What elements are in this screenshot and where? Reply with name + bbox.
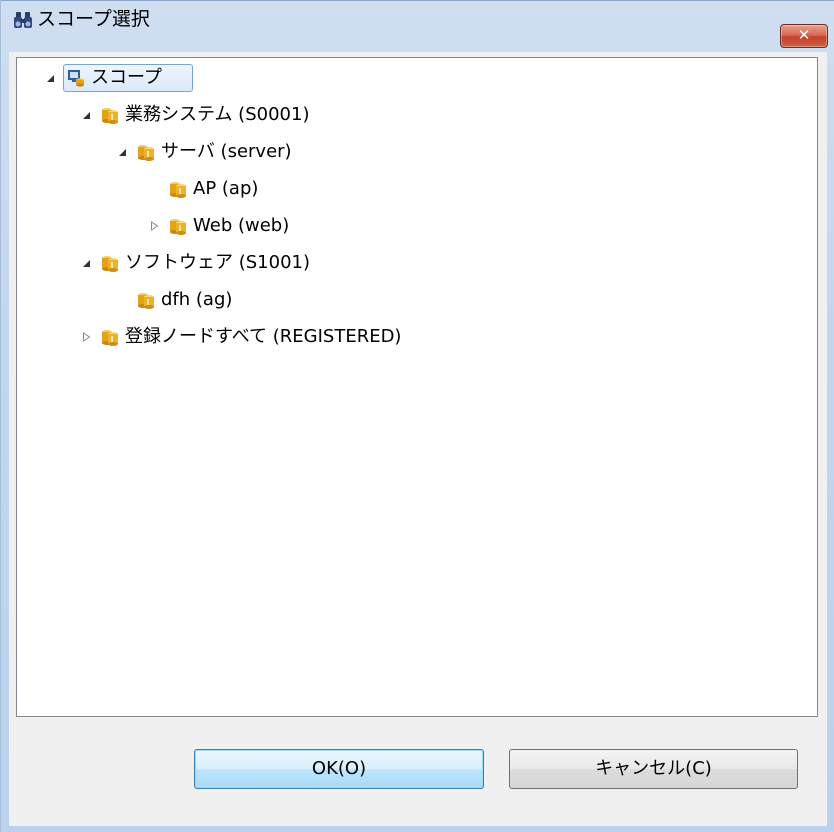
close-button[interactable]: ✕ [780, 24, 828, 48]
tree-node-label: ソフトウェア (S1001) [125, 252, 311, 273]
tree-node[interactable]: サーバ (server) [17, 137, 817, 167]
window-border-left [0, 0, 1, 832]
binoculars-icon [14, 12, 32, 28]
tree-node[interactable]: AP (ap) [17, 174, 817, 204]
folder-icon [138, 145, 154, 161]
expanded-arrow-icon[interactable] [115, 137, 129, 167]
close-icon: ✕ [797, 26, 811, 44]
window-title: スコープ選択 [37, 8, 150, 30]
tree-node-label: dfh (ag) [161, 289, 233, 310]
tree-node[interactable]: dfh (ag) [17, 285, 817, 315]
scope-tree[interactable]: スコープ 業務システム (S0001) サーバ (server) AP (ap)… [16, 57, 818, 717]
tree-node[interactable]: 業務システム (S0001) [17, 100, 817, 130]
cancel-button[interactable]: キャンセル(C) [509, 749, 798, 789]
tree-node-label: 業務システム (S0001) [125, 104, 310, 125]
expanded-arrow-icon[interactable] [43, 63, 57, 93]
tree-node[interactable]: 登録ノードすべて (REGISTERED) [17, 322, 817, 352]
tree-node[interactable]: Web (web) [17, 211, 817, 241]
folder-icon [102, 256, 118, 272]
tree-node[interactable]: ソフトウェア (S1001) [17, 248, 817, 278]
tree-node-label: Web (web) [193, 215, 290, 236]
tree-node-root[interactable]: スコープ [17, 63, 817, 93]
expanded-arrow-icon[interactable] [79, 100, 93, 130]
tree-node-label: AP (ap) [193, 178, 259, 199]
collapsed-arrow-icon[interactable] [147, 211, 161, 241]
tree-node-label: サーバ (server) [161, 141, 292, 162]
tree-node-label: 登録ノードすべて (REGISTERED) [125, 326, 402, 347]
expanded-arrow-icon[interactable] [79, 248, 93, 278]
tree-node-label: スコープ [91, 67, 162, 88]
folder-icon [138, 293, 154, 309]
folder-icon [102, 108, 118, 124]
ok-button[interactable]: OK(O) [194, 749, 484, 789]
title-bar[interactable]: スコープ選択 [1, 1, 834, 35]
scope-root-icon [68, 70, 84, 87]
folder-icon [102, 330, 118, 346]
collapsed-arrow-icon[interactable] [79, 322, 93, 352]
folder-icon [170, 219, 186, 235]
folder-icon [170, 182, 186, 198]
